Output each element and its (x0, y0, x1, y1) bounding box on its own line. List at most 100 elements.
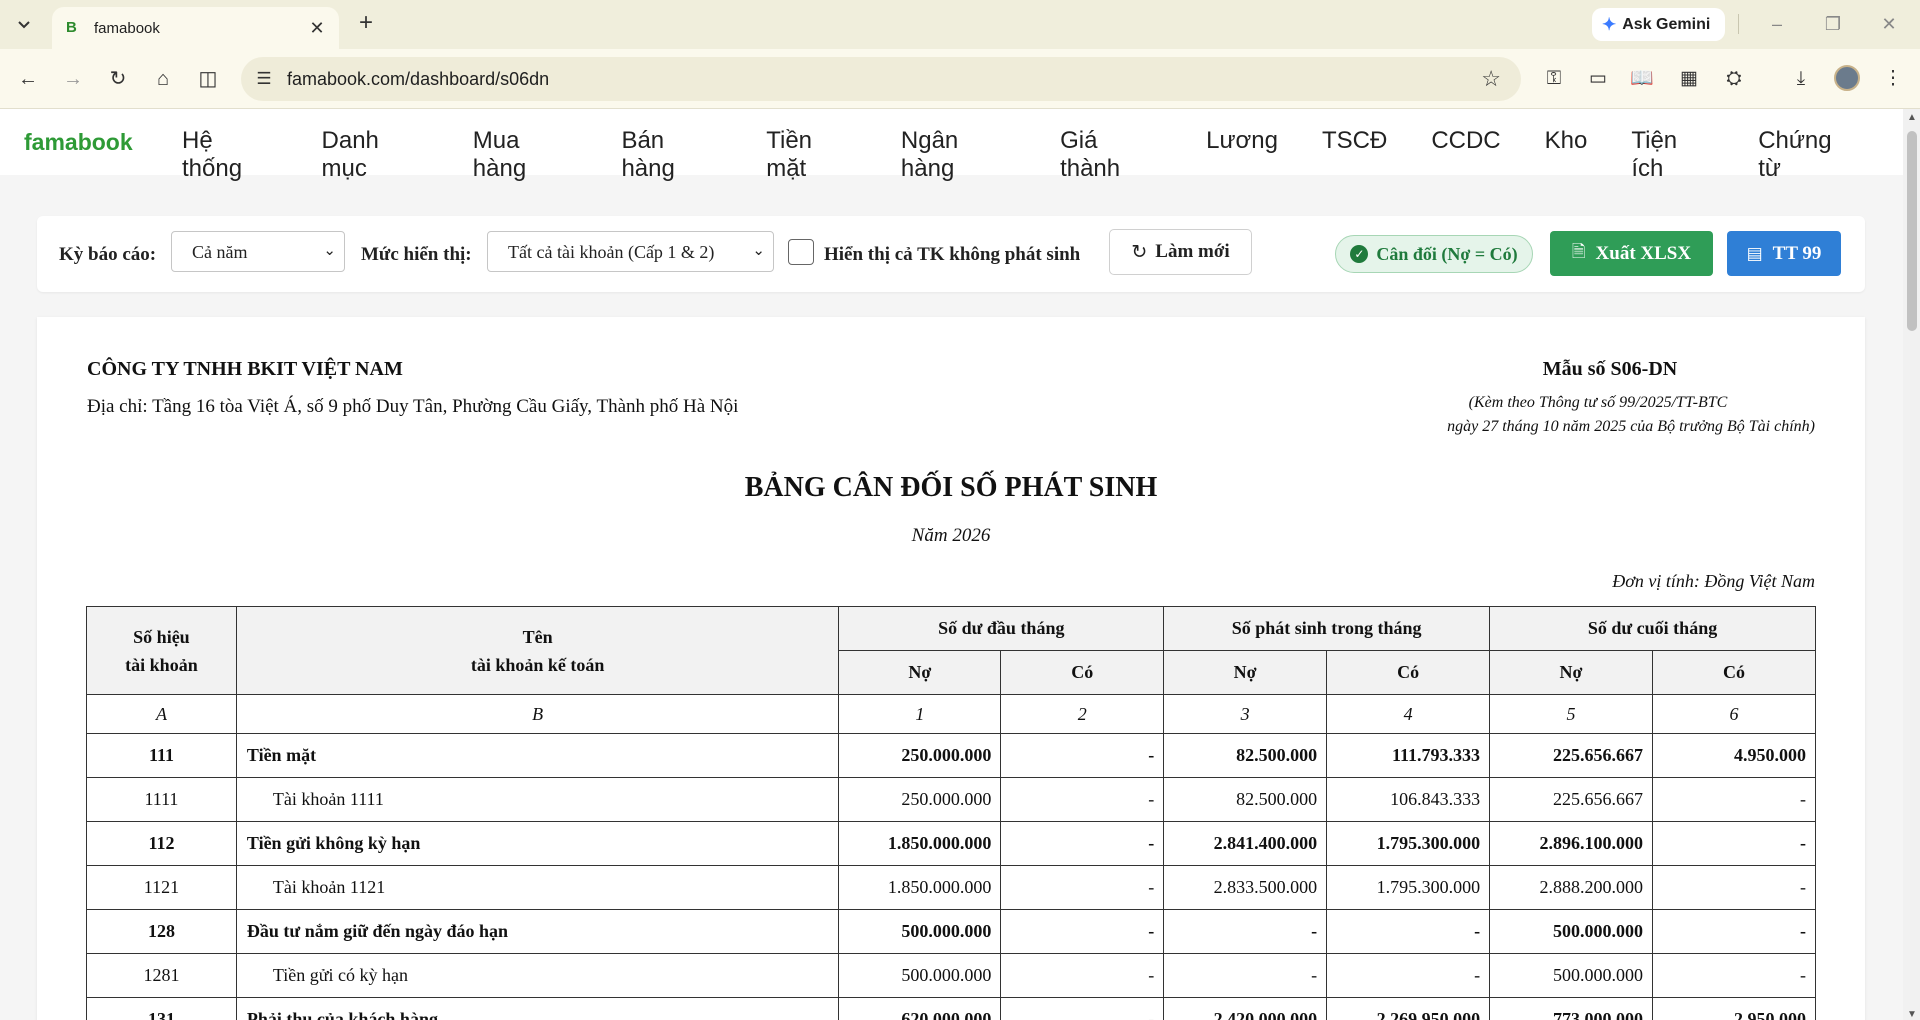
calendar-icon[interactable]: ▦ (1675, 65, 1703, 93)
menu-item-ban-hang[interactable]: Bán hàng (621, 127, 722, 183)
scrollbar-thumb[interactable] (1907, 131, 1917, 331)
show-zero-checkbox[interactable] (788, 239, 814, 265)
app-navbar: famabook Hệ thống Danh mục Mua hàng Bán … (0, 109, 1903, 182)
level-select[interactable]: Tất cả tài khoản (Cấp 1 & 2) ⌄ (487, 231, 774, 272)
brand-logo[interactable]: famabook (24, 129, 133, 156)
header-closing-balance: Số dư cuối tháng (1489, 606, 1816, 651)
index-cell: 1 (838, 694, 1002, 734)
opening-credit: - (1000, 909, 1165, 954)
closing-debit: 773.000.000 (1489, 997, 1653, 1020)
back-icon[interactable]: ← (14, 65, 42, 93)
menu-item-kho[interactable]: Kho (1545, 127, 1588, 183)
browser-toolbar: ← → ↻ ⌂ ◫ ☰ famabook.com/dashboard/s06dn… (0, 49, 1920, 109)
table-row: 1281 Tiền gửi có kỳ hạn 500.000.000 - - … (86, 953, 1816, 998)
tt99-button[interactable]: ▤ TT 99 (1727, 231, 1841, 276)
closing-debit: 500.000.000 (1489, 909, 1653, 954)
menu-item-tscd[interactable]: TSCĐ (1322, 127, 1387, 183)
menu-item-ccdc[interactable]: CCDC (1431, 127, 1500, 183)
scroll-up-icon[interactable]: ▲ (1907, 112, 1917, 123)
password-key-icon[interactable]: ⚿ (1540, 65, 1568, 93)
trial-balance-table: Số hiệu tài khoản Tên tài khoản kế toán … (86, 606, 1816, 1020)
close-tab-icon[interactable]: ✕ (307, 18, 327, 38)
incognito-icon[interactable]: ⛭ (1720, 65, 1748, 93)
currency-unit: Đơn vị tính: Đồng Việt Nam (1612, 571, 1815, 591)
report-filter-bar: Kỳ báo cáo: Cả năm ⌄ Mức hiển thị: Tất c… (37, 216, 1865, 292)
form-note-line1: (Kèm theo Thông tư số 99/2025/TT-BTC (1468, 394, 1728, 411)
period-label: Kỳ báo cáo: (59, 244, 157, 265)
divider (1738, 14, 1739, 34)
index-cell: 5 (1489, 694, 1653, 734)
payment-card-icon[interactable]: ▭ (1584, 65, 1612, 93)
window-close-icon[interactable]: ✕ (1869, 12, 1909, 36)
split-view-icon[interactable]: ◫ (194, 65, 222, 93)
site-info-icon[interactable]: ☰ (253, 68, 275, 90)
profile-avatar[interactable] (1834, 65, 1860, 91)
header-debit: Nợ (838, 650, 1002, 695)
movement-debit: 82.500.000 (1163, 777, 1328, 822)
table-row: 128 Đầu tư nắm giữ đến ngày đáo hạn 500.… (86, 909, 1816, 954)
menu-item-ngan-hang[interactable]: Ngân hàng (901, 127, 1016, 183)
menu-item-gia-thanh[interactable]: Giá thành (1060, 127, 1162, 183)
level-select-value: Tất cả tài khoản (Cấp 1 & 2) (508, 242, 715, 262)
refresh-icon: ↻ (1131, 241, 1148, 263)
page-scrollbar[interactable]: ▲ ▼ (1903, 109, 1920, 1020)
movement-credit: 2.269.950.000 (1326, 997, 1491, 1020)
reading-mode-icon[interactable]: 📖 (1628, 65, 1656, 93)
bookmark-star-icon[interactable]: ☆ (1481, 66, 1501, 92)
table-row: 112 Tiền gửi không kỳ hạn 1.850.000.000 … (86, 821, 1816, 866)
browser-tab-bar: B famabook ✕ + ✦ Ask Gemini – ❐ ✕ (0, 0, 1920, 49)
index-cell: 4 (1326, 694, 1491, 734)
column-index-row: A B 1 2 3 4 5 6 (86, 694, 1816, 734)
movement-credit: 1.795.300.000 (1326, 821, 1491, 866)
check-circle-icon: ✓ (1350, 245, 1369, 263)
account-code: 131 (86, 997, 237, 1020)
menu-item-mua-hang[interactable]: Mua hàng (473, 127, 578, 183)
closing-credit: 2.950.000 (1652, 997, 1816, 1020)
menu-item-luong[interactable]: Lương (1206, 127, 1278, 183)
menu-item-he-thong[interactable]: Hệ thống (182, 127, 278, 183)
export-xlsx-label: Xuất XLSX (1595, 242, 1692, 264)
show-zero-label[interactable]: Hiển thị cả TK không phát sinh (824, 244, 1080, 266)
url-text[interactable]: famabook.com/dashboard/s06dn (287, 69, 549, 90)
report-title: BẢNG CÂN ĐỐI SỐ PHÁT SINH (744, 472, 1158, 503)
refresh-button[interactable]: ↻ Làm mới (1109, 229, 1252, 275)
scroll-down-icon[interactable]: ▼ (1907, 1009, 1917, 1020)
address-bar[interactable]: ☰ famabook.com/dashboard/s06dn ☆ (241, 57, 1521, 101)
menu-item-danh-muc[interactable]: Danh mục (322, 127, 429, 183)
ask-gemini-button[interactable]: ✦ Ask Gemini (1592, 8, 1725, 41)
download-icon[interactable]: ⤓ (1787, 65, 1815, 93)
restore-icon[interactable]: ❐ (1813, 12, 1853, 36)
tab-list-icon[interactable] (7, 9, 41, 41)
opening-credit: - (1000, 733, 1165, 778)
main-menu: Hệ thống Danh mục Mua hàng Bán hàng Tiền… (160, 127, 1903, 183)
opening-credit: - (1000, 865, 1165, 910)
closing-debit: 2.888.200.000 (1489, 865, 1653, 910)
more-menu-icon[interactable]: ⋮ (1879, 65, 1907, 93)
menu-item-tien-ich[interactable]: Tiện ích (1631, 127, 1714, 183)
opening-credit: - (1000, 953, 1165, 998)
tt99-label: TT 99 (1772, 242, 1822, 264)
movement-credit: - (1326, 909, 1491, 954)
minimize-icon[interactable]: – (1757, 12, 1797, 36)
movement-debit: 2.833.500.000 (1163, 865, 1328, 910)
export-xlsx-button[interactable]: 🗎 Xuất XLSX (1550, 231, 1713, 276)
closing-credit: 4.950.000 (1652, 733, 1816, 778)
opening-debit: 500.000.000 (838, 909, 1002, 954)
movement-credit: - (1326, 953, 1491, 998)
opening-credit: - (1000, 997, 1165, 1020)
new-tab-icon[interactable]: + (352, 10, 380, 38)
header-debit: Nợ (1489, 650, 1653, 695)
home-icon[interactable]: ⌂ (149, 65, 177, 93)
period-select[interactable]: Cả năm ⌄ (171, 231, 345, 272)
browser-tab[interactable]: B famabook ✕ (52, 7, 339, 49)
movement-credit: 1.795.300.000 (1326, 865, 1491, 910)
menu-item-chung-tu[interactable]: Chứng từ (1758, 127, 1859, 183)
table-row: 111 Tiền mặt 250.000.000 - 82.500.000 11… (86, 733, 1816, 778)
forward-icon[interactable]: → (59, 65, 87, 93)
period-select-value: Cả năm (192, 242, 248, 262)
report-period: Năm 2026 (911, 525, 991, 546)
menu-item-tien-mat[interactable]: Tiền mặt (766, 127, 857, 183)
opening-debit: 1.850.000.000 (838, 821, 1002, 866)
closing-credit: - (1652, 865, 1816, 910)
reload-icon[interactable]: ↻ (104, 65, 132, 93)
